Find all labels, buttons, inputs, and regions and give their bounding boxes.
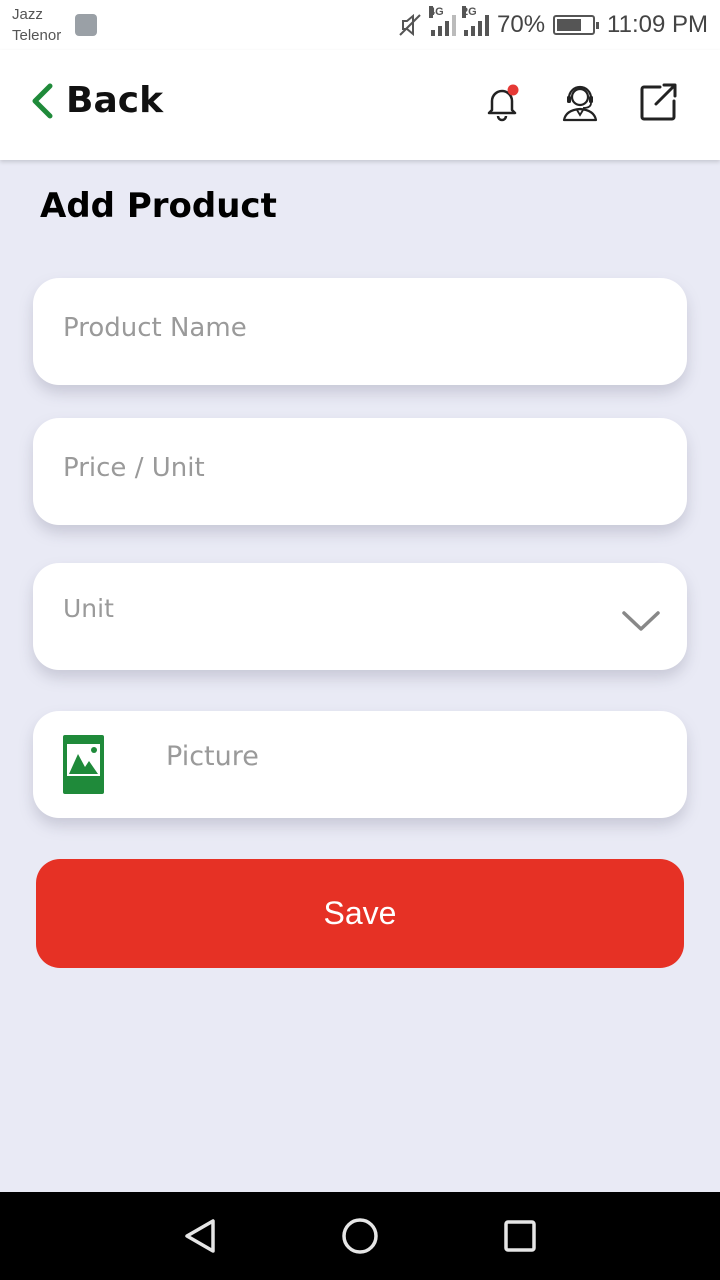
unit-select-label: Unit [63,594,114,623]
mute-icon [399,13,421,37]
gallery-notification-icon [75,14,97,36]
chevron-left-icon [32,83,53,118]
support-agent-icon[interactable] [558,80,602,124]
notification-dot [507,84,519,96]
signal-1-tag: 4G [429,6,444,18]
share-external-icon[interactable] [636,80,680,124]
page-title: Add Product [40,186,277,226]
signal-2-icon: 2G [462,6,489,36]
signal-1-icon: 4G [429,6,456,36]
picture-field[interactable]: Picture [33,711,687,818]
price-input[interactable] [63,452,687,483]
image-gallery-icon [63,735,104,794]
back-label: Back [66,80,164,121]
system-nav-bar [0,1192,720,1280]
status-indicators: 4G 2G 70% 11:09 PM [397,6,708,42]
recents-square-icon[interactable] [492,1208,548,1264]
clock: 11:09 PM [607,11,708,38]
product-name-field[interactable] [33,278,687,385]
carrier-info: Jazz Telenor [12,4,61,46]
save-button[interactable]: Save [36,859,684,968]
header-actions [480,80,680,124]
unit-dropdown[interactable]: Unit [33,563,687,670]
home-circle-icon[interactable] [332,1208,388,1264]
battery-percent: 70% [497,11,546,38]
status-bar: Jazz Telenor 4G 2G 70% 11:09 PM [0,0,720,50]
signal-2-tag: 2G [462,6,477,18]
picture-label: Picture [166,741,259,772]
battery-icon [553,15,600,35]
back-triangle-icon[interactable] [172,1208,228,1264]
product-name-input[interactable] [63,312,687,343]
price-field[interactable] [33,418,687,525]
bell-notification-icon[interactable] [480,80,524,124]
chevron-down-icon [622,611,660,631]
app-header: Back [0,50,720,160]
carrier-2: Telenor [12,27,62,44]
back-button[interactable]: Back [30,80,163,121]
carrier-1: Jazz [12,6,43,23]
